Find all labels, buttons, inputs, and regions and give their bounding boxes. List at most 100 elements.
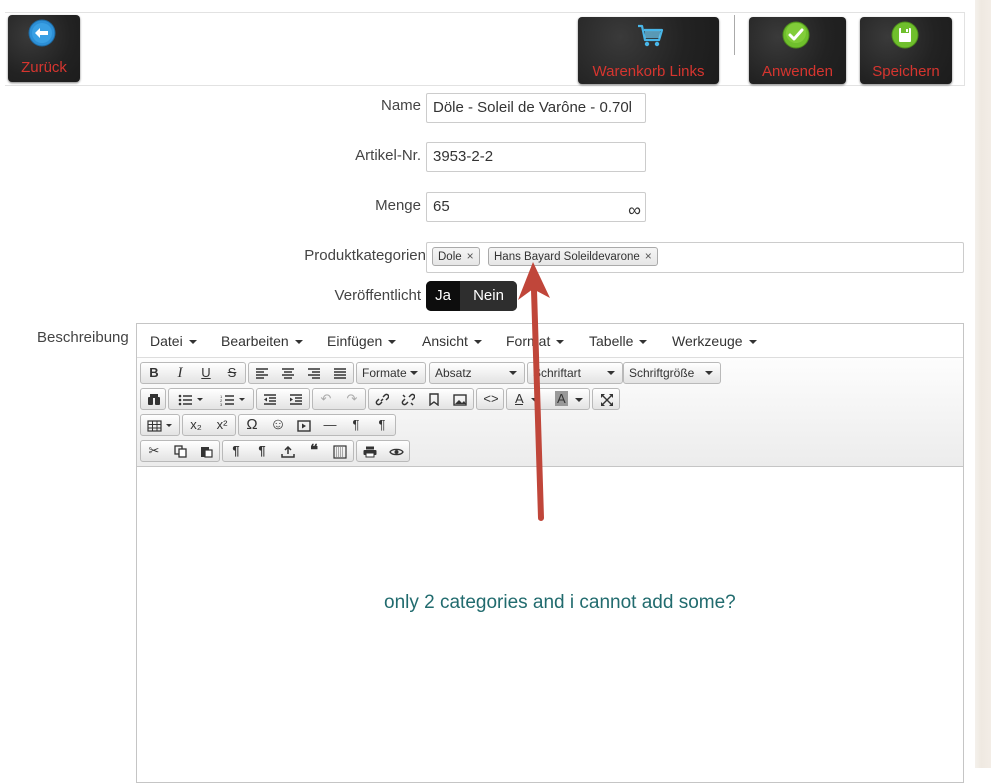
category-tag: Hans Bayard Soleildevarone × <box>488 247 658 266</box>
print-icon[interactable] <box>357 441 383 461</box>
back-arrow-icon <box>28 19 56 47</box>
quantity-value: 65 <box>433 198 450 215</box>
infinity-icon[interactable]: ∞ <box>628 196 641 221</box>
undo-icon[interactable]: ↶ <box>313 389 339 409</box>
code-group: <> <box>476 388 504 410</box>
rich-text-editor: Datei Bearbeiten Einfügen Ansicht Format… <box>136 323 964 783</box>
menu-file[interactable]: Datei <box>150 333 197 349</box>
editor-toolbar: B I U S Formate Absatz Schriftart Schrif… <box>137 358 963 467</box>
published-no-option[interactable]: Nein <box>460 281 517 311</box>
annotation-note: only 2 categories and i cannot add some? <box>384 592 736 613</box>
image-icon[interactable] <box>447 389 473 409</box>
background-color-icon[interactable]: A <box>549 389 589 409</box>
remove-tag-icon[interactable]: × <box>645 249 652 263</box>
script-group: x₂ x² <box>182 414 236 436</box>
paragraph-dropdown[interactable]: Absatz <box>429 362 525 384</box>
chevron-down-icon <box>388 340 397 345</box>
history-group: ↶ ↷ <box>312 388 366 410</box>
menu-tools[interactable]: Werkzeuge <box>672 333 757 349</box>
ltr-icon[interactable]: ¶ <box>343 415 369 435</box>
block-group: ¶ ¶ ❝ <box>222 440 354 462</box>
subscript-button[interactable]: x₂ <box>183 415 209 435</box>
apply-button[interactable]: Anwenden <box>749 17 846 84</box>
alignment-group <box>248 362 354 384</box>
bold-button[interactable]: B <box>141 363 167 383</box>
menu-table[interactable]: Tabelle <box>589 333 648 349</box>
insert-icon[interactable] <box>275 441 301 461</box>
page-edge-texture <box>975 0 991 768</box>
strikethrough-button[interactable]: S <box>219 363 245 383</box>
name-label: Name <box>380 97 421 114</box>
published-label: Veröffentlicht <box>334 287 421 304</box>
binoculars-icon[interactable] <box>141 389 167 409</box>
redo-icon[interactable]: ↷ <box>339 389 365 409</box>
rtl-icon[interactable]: ¶ <box>369 415 395 435</box>
fullscreen-icon[interactable] <box>594 389 620 409</box>
menu-insert[interactable]: Einfügen <box>327 333 397 349</box>
chevron-down-icon <box>410 371 418 375</box>
cut-icon[interactable]: ✂ <box>141 441 167 461</box>
categories-label: Produktkategorien <box>304 247 426 264</box>
paragraph-icon[interactable]: ¶ <box>223 441 249 461</box>
media-icon[interactable] <box>291 415 317 435</box>
quantity-input[interactable]: 65 ∞ <box>426 192 646 222</box>
save-button[interactable]: Speichern <box>860 17 952 84</box>
bullet-list-icon[interactable] <box>171 389 211 409</box>
underline-button[interactable]: U <box>193 363 219 383</box>
paste-icon[interactable] <box>193 441 219 461</box>
preview-eye-icon[interactable] <box>383 441 409 461</box>
insert-group: Ω ☺ — ¶ ¶ <box>238 414 396 436</box>
text-color-icon[interactable]: A <box>509 389 549 409</box>
back-button[interactable]: Zurück <box>8 15 80 82</box>
align-justify-icon[interactable] <box>327 363 353 383</box>
bookmark-icon[interactable] <box>421 389 447 409</box>
formats-dropdown[interactable]: Formate <box>356 362 426 384</box>
chevron-down-icon <box>639 340 648 345</box>
superscript-button[interactable]: x² <box>209 415 235 435</box>
menu-edit[interactable]: Bearbeiten <box>221 333 303 349</box>
remove-tag-icon[interactable]: × <box>467 249 474 263</box>
menu-view[interactable]: Ansicht <box>422 333 482 349</box>
font-size-dropdown[interactable]: Schriftgröße <box>623 362 721 384</box>
sku-input[interactable]: 3953-2-2 <box>426 142 646 172</box>
align-right-icon[interactable] <box>301 363 327 383</box>
sku-label: Artikel-Nr. <box>355 147 421 164</box>
unlink-icon[interactable] <box>395 389 421 409</box>
name-input[interactable]: Döle - Soleil de Varône - 0.70l <box>426 93 646 123</box>
svg-text:3: 3 <box>220 402 223 406</box>
list-group: 123 <box>168 388 254 410</box>
table-icon[interactable] <box>143 415 179 435</box>
copy-icon[interactable] <box>167 441 193 461</box>
toolbar-separator <box>734 15 735 55</box>
back-button-label: Zurück <box>21 59 67 76</box>
numbered-list-icon[interactable]: 123 <box>213 389 253 409</box>
menu-format[interactable]: Format <box>506 333 565 349</box>
font-family-dropdown[interactable]: Schriftart <box>527 362 623 384</box>
shopping-cart-icon <box>638 24 664 47</box>
special-char-icon[interactable]: Ω <box>239 415 265 435</box>
description-label: Beschreibung <box>37 329 129 346</box>
blockquote-icon[interactable]: ❝ <box>301 441 327 461</box>
italic-button[interactable]: I <box>167 363 193 383</box>
editor-content-area[interactable] <box>137 467 963 782</box>
source-code-icon[interactable]: <> <box>478 389 504 409</box>
show-blocks-icon[interactable]: ¶ <box>249 441 275 461</box>
link-group <box>368 388 474 410</box>
categories-tag-input[interactable]: Dole × Hans Bayard Soleildevarone × <box>426 242 964 273</box>
published-toggle[interactable]: Ja Nein <box>426 281 517 311</box>
link-icon[interactable] <box>369 389 395 409</box>
cart-links-button[interactable]: Warenkorb Links <box>578 17 719 84</box>
template-icon[interactable] <box>327 441 353 461</box>
horizontal-rule-icon[interactable]: — <box>317 415 343 435</box>
align-center-icon[interactable] <box>275 363 301 383</box>
floppy-disk-icon <box>891 21 919 49</box>
editor-menubar: Datei Bearbeiten Einfügen Ansicht Format… <box>137 324 963 358</box>
save-button-label: Speichern <box>872 63 940 80</box>
indent-icon[interactable] <box>283 389 309 409</box>
category-tag-label: Hans Bayard Soleildevarone <box>494 251 640 263</box>
published-yes-option[interactable]: Ja <box>426 281 460 311</box>
outdent-icon[interactable] <box>257 389 283 409</box>
indent-group <box>256 388 310 410</box>
emoticons-icon[interactable]: ☺ <box>265 415 291 435</box>
align-left-icon[interactable] <box>249 363 275 383</box>
